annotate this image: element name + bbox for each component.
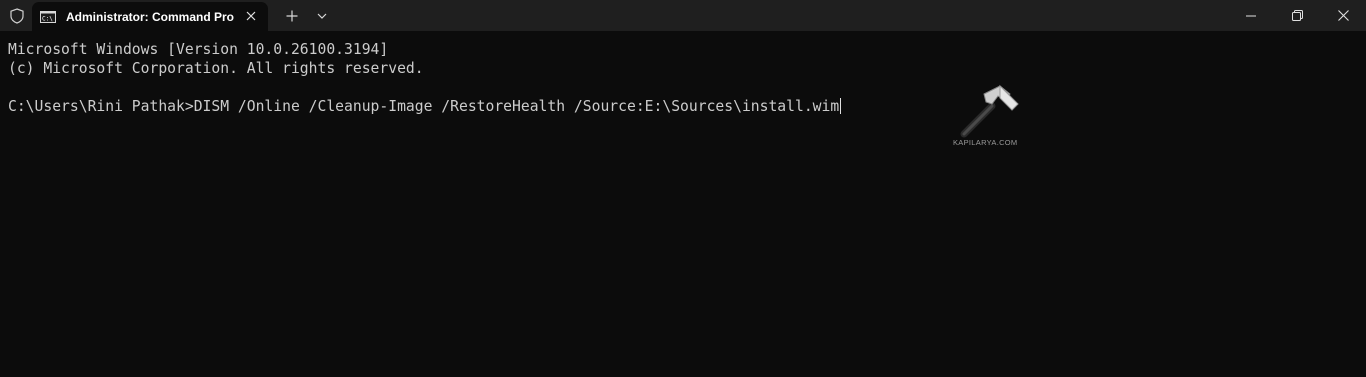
close-icon xyxy=(246,11,256,21)
title-bar[interactable]: C:\ Administrator: Command Pro xyxy=(0,0,1366,31)
terminal-window: C:\ Administrator: Command Pro Microsoft… xyxy=(0,0,1366,377)
restore-icon xyxy=(1291,10,1303,21)
cmd-icon: C:\ xyxy=(40,10,56,23)
minimize-button[interactable] xyxy=(1228,0,1274,31)
tab-close-button[interactable] xyxy=(244,9,258,23)
restore-button[interactable] xyxy=(1274,0,1320,31)
watermark-text: KAPILARYA.COM xyxy=(953,138,1018,147)
chevron-down-icon xyxy=(317,13,327,19)
tab-command-prompt[interactable]: C:\ Administrator: Command Pro xyxy=(32,2,268,31)
tab-dropdown-button[interactable] xyxy=(312,6,332,26)
svg-text:C:\: C:\ xyxy=(42,15,53,22)
tab-title: Administrator: Command Pro xyxy=(66,9,235,24)
terminal-line: Microsoft Windows [Version 10.0.26100.31… xyxy=(8,41,389,58)
admin-shield-button[interactable] xyxy=(0,0,34,31)
shield-icon xyxy=(10,7,24,24)
plus-icon xyxy=(286,10,298,22)
terminal-line: (c) Microsoft Corporation. All rights re… xyxy=(8,60,424,77)
terminal-output[interactable]: Microsoft Windows [Version 10.0.26100.31… xyxy=(0,31,1366,377)
text-cursor xyxy=(840,98,842,114)
close-icon xyxy=(1337,10,1349,21)
new-tab-button[interactable] xyxy=(282,6,302,26)
close-window-button[interactable] xyxy=(1320,0,1366,31)
command-text: C:\Users\Rini Pathak>DISM /Online /Clean… xyxy=(8,98,840,115)
command-line[interactable]: C:\Users\Rini Pathak>DISM /Online /Clean… xyxy=(8,97,1366,116)
minimize-icon xyxy=(1246,15,1256,16)
